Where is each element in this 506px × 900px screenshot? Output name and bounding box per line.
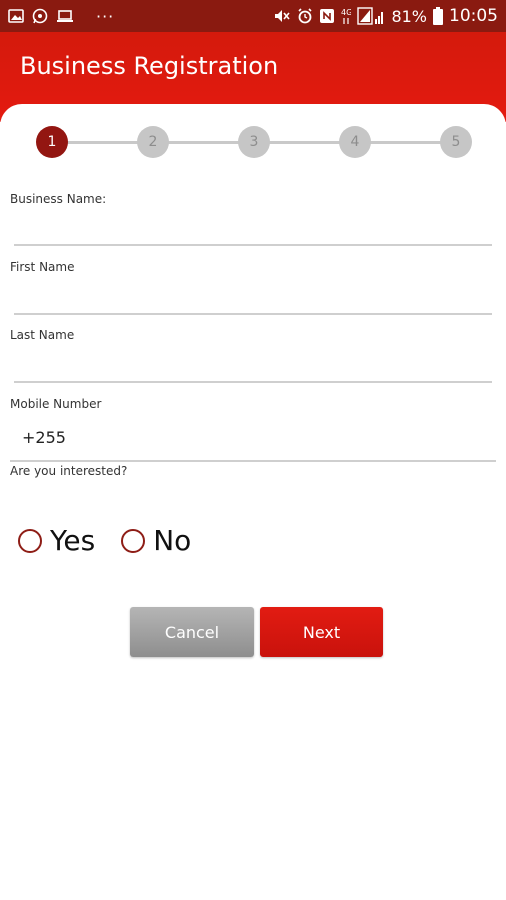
registration-card: 1 2 3 4 5 Business Name: First Name Last… xyxy=(0,104,506,900)
radio-no-label: No xyxy=(153,524,192,557)
svg-text:4G: 4G xyxy=(341,8,351,17)
interested-question-label: Are you interested? xyxy=(10,464,128,478)
image-notification-icon xyxy=(8,9,24,23)
step-4: 4 xyxy=(339,126,371,158)
alarm-icon xyxy=(297,8,313,24)
last-name-input[interactable] xyxy=(14,352,492,380)
radio-yes-circle[interactable] xyxy=(18,528,42,553)
first-name-label: First Name xyxy=(10,260,75,274)
radio-no-circle[interactable] xyxy=(121,528,146,553)
step-5: 5 xyxy=(440,126,472,158)
mobile-number-input[interactable]: +255 xyxy=(22,428,66,447)
mute-icon xyxy=(273,8,291,24)
interested-radio-group: Yes No xyxy=(18,524,191,557)
last-name-underline xyxy=(14,381,492,383)
battery-icon xyxy=(433,7,443,25)
whatsapp-icon xyxy=(32,8,48,24)
nfc-icon xyxy=(319,8,335,24)
page-title: Business Registration xyxy=(20,52,279,80)
radio-no[interactable]: No xyxy=(121,524,191,557)
cancel-button[interactable]: Cancel xyxy=(130,607,254,657)
business-name-underline xyxy=(14,244,492,246)
radio-yes-label: Yes xyxy=(50,524,96,557)
network-type-icon: 4G xyxy=(341,7,351,25)
step-2: 2 xyxy=(137,126,169,158)
clock: 10:05 xyxy=(449,6,498,26)
laptop-icon xyxy=(56,9,74,23)
business-name-input[interactable] xyxy=(14,216,492,244)
step-indicator: 1 2 3 4 5 xyxy=(0,124,506,160)
radio-yes[interactable]: Yes xyxy=(18,524,95,557)
status-left-icons: ··· xyxy=(8,6,114,26)
battery-percent: 81% xyxy=(391,6,427,26)
mobile-number-underline xyxy=(10,460,496,462)
status-right-icons: 4G 81% 10:05 xyxy=(273,4,498,28)
overflow-notifications: ··· xyxy=(96,6,115,26)
first-name-underline xyxy=(14,313,492,315)
first-name-input[interactable] xyxy=(14,284,492,312)
signal-icon xyxy=(357,7,385,25)
business-name-label: Business Name: xyxy=(10,192,107,206)
step-1: 1 xyxy=(36,126,68,158)
mobile-number-label: Mobile Number xyxy=(10,397,102,411)
status-bar: ··· 4G 81% 10:05 xyxy=(0,0,506,32)
step-3: 3 xyxy=(238,126,270,158)
next-button[interactable]: Next xyxy=(260,607,383,657)
last-name-label: Last Name xyxy=(10,328,75,342)
